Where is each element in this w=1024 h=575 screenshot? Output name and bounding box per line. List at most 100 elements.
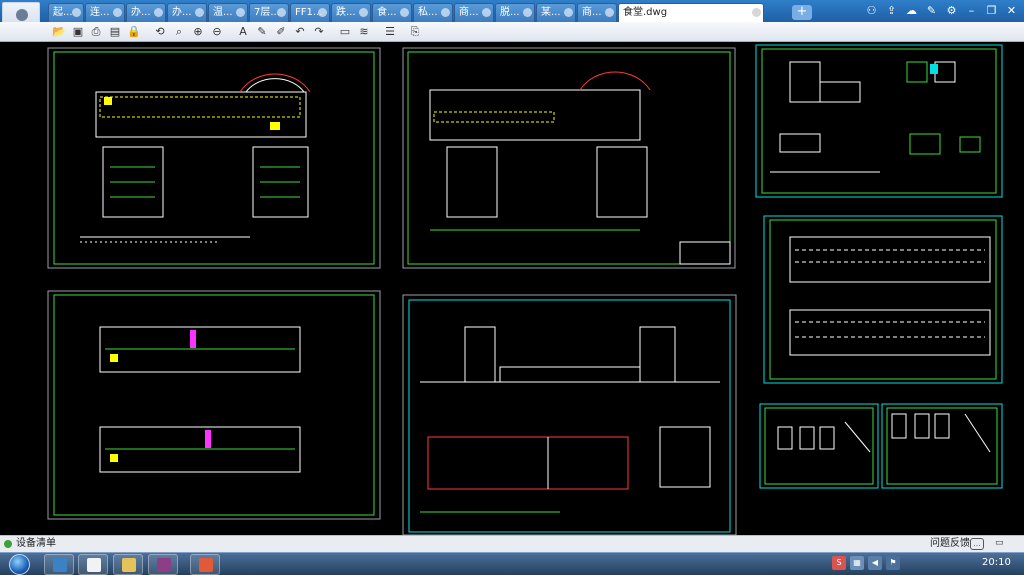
- sheet-elevations: [763, 215, 1003, 384]
- hatch-icon[interactable]: ≋: [357, 25, 371, 39]
- zoom-window-icon[interactable]: ⌕: [172, 25, 186, 39]
- clock[interactable]: 20:10: [982, 557, 1011, 568]
- toolbar: 📂 ▣ ⎙ ▤ 🔒 ⟲ ⌕ ⊕ ⊖ A ✎ ✐ ↶ ↷ ▭ ≋ ☰ ⎘: [0, 22, 1024, 42]
- tab-close-icon[interactable]: [113, 8, 122, 17]
- tab-close-icon[interactable]: [400, 8, 409, 17]
- folder-icon: [122, 558, 136, 572]
- settings-icon[interactable]: ⚙: [943, 2, 960, 19]
- layout-icon[interactable]: ▭: [995, 538, 1017, 550]
- document-tab[interactable]: 商...: [454, 3, 494, 22]
- app-icon: [87, 558, 101, 572]
- cad-drawing: [47, 44, 1003, 536]
- document-tab[interactable]: 跌...: [331, 3, 371, 22]
- feedback-link[interactable]: 问题反馈: [930, 537, 970, 551]
- tab-close-icon[interactable]: [482, 8, 491, 17]
- document-tab[interactable]: 办...: [126, 3, 166, 22]
- sheet-floor-plan-2: [402, 47, 736, 269]
- sheet-floor-plan-3: [47, 290, 381, 520]
- title-bar: 起... 连... 办... 办... 温... 7层... FF1... 跌.…: [0, 0, 1024, 22]
- status-text[interactable]: 设备清单: [16, 537, 56, 551]
- status-bar: 设备清单 问题反馈 … ▭: [0, 535, 1024, 552]
- system-tray: S ▦ ◀ ⚑: [832, 556, 900, 573]
- user-icon[interactable]: ⚇: [863, 2, 880, 19]
- zoom-in-icon[interactable]: ⊕: [191, 25, 205, 39]
- cad-viewer-window: 起... 连... 办... 办... 温... 7层... FF1... 跌.…: [0, 0, 1024, 575]
- zoom-out-icon[interactable]: ⊖: [210, 25, 224, 39]
- lock-icon[interactable]: 🔒: [127, 25, 141, 39]
- layers-icon[interactable]: ⟲: [153, 25, 167, 39]
- document-tab[interactable]: 温...: [208, 3, 248, 22]
- tab-close-icon[interactable]: [605, 8, 614, 17]
- document-tab[interactable]: 连...: [85, 3, 125, 22]
- tab-close-icon[interactable]: [318, 8, 327, 17]
- tab-label: 商...: [459, 7, 479, 18]
- document-tab[interactable]: FF1...: [290, 3, 330, 22]
- input-method-icon[interactable]: S: [832, 556, 846, 570]
- save-icon[interactable]: ▣: [71, 25, 85, 39]
- redo-icon[interactable]: ↷: [312, 25, 326, 39]
- maximize-button[interactable]: ❐: [983, 2, 1000, 19]
- document-tab[interactable]: 某...: [536, 3, 576, 22]
- tab-label: 连...: [90, 7, 110, 18]
- tab-close-icon[interactable]: [72, 8, 81, 17]
- print-icon[interactable]: ⎙: [89, 25, 103, 39]
- tab-close-icon[interactable]: [277, 8, 286, 17]
- document-tab-active[interactable]: 食堂.dwg: [618, 3, 764, 22]
- folder-open-icon[interactable]: 📂: [52, 25, 66, 39]
- flag-icon[interactable]: ⚑: [886, 556, 900, 570]
- document-tab[interactable]: 起...: [48, 3, 84, 22]
- layer-icon[interactable]: ▭: [338, 25, 352, 39]
- document-tab[interactable]: 7层...: [249, 3, 289, 22]
- new-tab-button[interactable]: +: [792, 5, 812, 20]
- start-button[interactable]: [4, 553, 36, 575]
- windows-logo-icon: [9, 554, 30, 575]
- cad-app-icon: [199, 558, 213, 572]
- document-tab[interactable]: 办...: [167, 3, 207, 22]
- tab-label: 跌...: [336, 7, 356, 18]
- close-button[interactable]: ✕: [1003, 2, 1020, 19]
- pen-icon[interactable]: ✎: [255, 25, 269, 39]
- tab-label: 某...: [541, 7, 561, 18]
- document-tab[interactable]: 脱...: [495, 3, 535, 22]
- volume-icon[interactable]: ◀: [868, 556, 882, 570]
- share-icon[interactable]: ⇪: [883, 2, 900, 19]
- tab-close-icon[interactable]: [752, 8, 761, 17]
- undo-icon[interactable]: ↶: [293, 25, 307, 39]
- document-tabs: 起... 连... 办... 办... 温... 7层... FF1... 跌.…: [48, 3, 765, 22]
- taskbar-app-3[interactable]: [113, 554, 143, 575]
- taskbar-app-4[interactable]: [148, 554, 178, 575]
- tab-label: 食...: [377, 7, 397, 18]
- tab-close-icon[interactable]: [154, 8, 163, 17]
- tab-label: 起...: [53, 7, 73, 18]
- cloud-icon[interactable]: ☁: [903, 2, 920, 19]
- chat-icon[interactable]: …: [970, 538, 984, 550]
- taskbar-app-1[interactable]: [44, 554, 74, 575]
- text-icon[interactable]: A: [236, 25, 250, 39]
- document-tab[interactable]: 商...: [577, 3, 617, 22]
- print-preview-icon[interactable]: ▤: [108, 25, 122, 39]
- measure-icon[interactable]: ✐: [274, 25, 288, 39]
- tab-close-icon[interactable]: [441, 8, 450, 17]
- sheet-floor-plan-1: [47, 47, 381, 269]
- window-controls: ⚇ ⇪ ☁ ✎ ⚙ – ❐ ✕: [863, 2, 1020, 19]
- document-tab[interactable]: 食...: [372, 3, 412, 22]
- layer-manager-icon[interactable]: ☰: [383, 25, 397, 39]
- tab-label: 温...: [213, 7, 233, 18]
- tab-close-icon[interactable]: [236, 8, 245, 17]
- minimize-button[interactable]: –: [963, 2, 980, 19]
- tab-label: 私...: [418, 7, 438, 18]
- tab-label: 食堂.dwg: [623, 7, 668, 18]
- sheet-stair-details-1: [759, 403, 879, 489]
- network-icon[interactable]: ▦: [850, 556, 864, 570]
- drawing-canvas[interactable]: [0, 42, 1024, 536]
- taskbar-app-5[interactable]: [190, 554, 220, 575]
- tab-close-icon[interactable]: [564, 8, 573, 17]
- tab-close-icon[interactable]: [195, 8, 204, 17]
- tab-close-icon[interactable]: [359, 8, 368, 17]
- tab-close-icon[interactable]: [523, 8, 532, 17]
- status-indicator-icon: [4, 540, 12, 548]
- taskbar-app-2[interactable]: [78, 554, 108, 575]
- export-icon[interactable]: ⎘: [408, 25, 422, 39]
- document-tab[interactable]: 私...: [413, 3, 453, 22]
- edit-icon[interactable]: ✎: [923, 2, 940, 19]
